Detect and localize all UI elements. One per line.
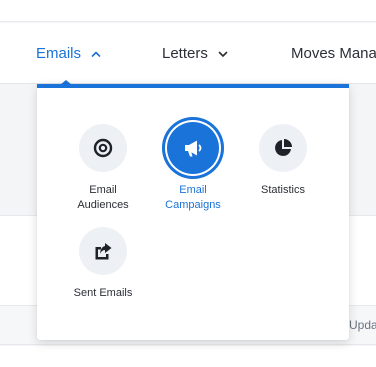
- top-nav: Emails Letters Moves Mana: [0, 23, 376, 84]
- table-row-text: Upda: [349, 318, 376, 332]
- nav-moves-management[interactable]: Moves Mana: [291, 23, 376, 84]
- pie-chart-icon: [259, 124, 307, 172]
- target-icon: [79, 124, 127, 172]
- nav-emails[interactable]: Emails: [36, 23, 103, 84]
- nav-letters[interactable]: Letters: [162, 23, 230, 84]
- menu-item-label: Statistics: [260, 184, 305, 196]
- chevron-down-icon: [216, 47, 230, 61]
- chevron-up-icon: [89, 47, 103, 61]
- menu-item-label: Email Audiences: [77, 184, 129, 211]
- page-body-bottom: [0, 346, 376, 367]
- top-strip: [0, 0, 376, 22]
- share-icon: [79, 227, 127, 275]
- menu-item-email-audiences[interactable]: Email Audiences: [58, 124, 148, 213]
- menu-item-label: Sent Emails: [73, 287, 133, 299]
- menu-item-sent-emails[interactable]: Sent Emails: [58, 227, 148, 301]
- menu-item-statistics[interactable]: Statistics: [238, 124, 328, 198]
- nav-letters-label: Letters: [162, 45, 208, 62]
- page: Emails Letters Moves Mana Upda Email Aud…: [0, 0, 376, 367]
- menu-item-email-campaigns[interactable]: Email Campaigns: [148, 117, 238, 213]
- megaphone-icon: [162, 117, 224, 179]
- menu-item-label: Email Campaigns: [165, 184, 221, 211]
- nav-emails-label: Emails: [36, 45, 82, 62]
- nav-moves-label: Moves Mana: [291, 45, 376, 62]
